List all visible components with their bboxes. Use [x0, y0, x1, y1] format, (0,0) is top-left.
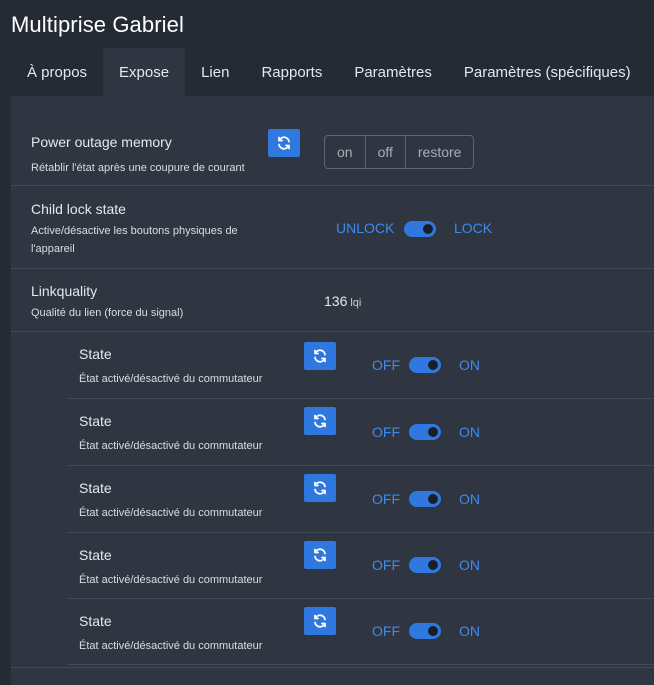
state-5-on-label[interactable]: ON	[459, 623, 480, 639]
toggle-knob	[428, 626, 438, 636]
state-row-1: State État activé/désactivé du commutate…	[67, 332, 654, 399]
state-4-toggle[interactable]	[409, 557, 441, 573]
child-lock-desc-line1: Active/désactive les boutons physiques d…	[31, 225, 238, 237]
linkquality-name: Linkquality	[31, 283, 98, 299]
state-desc: État activé/désactivé du commutateur	[79, 640, 263, 652]
tab-bar: À propos Expose Lien Rapports Paramètres…	[11, 48, 654, 96]
state-name: State	[79, 480, 112, 496]
state-row-5: State État activé/désactivé du commutate…	[67, 599, 654, 665]
state-2-on-label[interactable]: ON	[459, 424, 480, 440]
state-desc: État activé/désactivé du commutateur	[79, 440, 263, 452]
state-5-off-label[interactable]: OFF	[372, 623, 400, 639]
child-lock-desc-line2: l'appareil	[31, 243, 75, 255]
state-row-3: State État activé/désactivé du commutate…	[67, 466, 654, 533]
refresh-icon	[314, 349, 326, 363]
state-5-toggle[interactable]	[409, 623, 441, 639]
linkquality-row: Linkquality Qualité du lien (force du si…	[11, 269, 654, 332]
state-4-on-label[interactable]: ON	[459, 557, 480, 573]
state-4-off-label[interactable]: OFF	[372, 557, 400, 573]
state-1-off-label[interactable]: OFF	[372, 357, 400, 373]
refresh-icon	[278, 136, 290, 150]
tab-lien[interactable]: Lien	[185, 48, 245, 96]
toggle-knob	[428, 560, 438, 570]
toggle-knob	[423, 224, 433, 234]
state-row-4: State État activé/désactivé du commutate…	[67, 533, 654, 599]
state-name: State	[79, 413, 112, 429]
state-name: State	[79, 613, 112, 629]
refresh-icon	[314, 414, 326, 428]
state-desc: État activé/désactivé du commutateur	[79, 507, 263, 519]
toggle-knob	[428, 360, 438, 370]
tab-rapports[interactable]: Rapports	[245, 48, 338, 96]
state-row-2: State État activé/désactivé du commutate…	[67, 399, 654, 466]
child-lock-lock-label[interactable]: LOCK	[454, 220, 492, 236]
linkquality-unit: lqi	[350, 297, 362, 309]
toggle-knob	[428, 494, 438, 504]
state-4-refresh-button[interactable]	[304, 541, 336, 569]
power-outage-row: Power outage memory Rétablir l'état aprè…	[11, 116, 654, 186]
child-lock-name: Child lock state	[31, 201, 126, 217]
state-5-refresh-button[interactable]	[304, 607, 336, 635]
child-lock-row: Child lock state Active/désactive les bo…	[11, 186, 654, 269]
refresh-icon	[314, 481, 326, 495]
state-3-refresh-button[interactable]	[304, 474, 336, 502]
state-3-toggle[interactable]	[409, 491, 441, 507]
state-2-off-label[interactable]: OFF	[372, 424, 400, 440]
state-name: State	[79, 547, 112, 563]
toggle-knob	[428, 427, 438, 437]
page: Multiprise Gabriel À propos Expose Lien …	[0, 0, 654, 685]
tab-parametres[interactable]: Paramètres	[338, 48, 448, 96]
refresh-icon	[314, 548, 326, 562]
page-title: Multiprise Gabriel	[11, 12, 184, 37]
state-1-refresh-button[interactable]	[304, 342, 336, 370]
state-1-toggle[interactable]	[409, 357, 441, 373]
child-lock-unlock-label[interactable]: UNLOCK	[336, 220, 394, 236]
expose-panel: Power outage memory Rétablir l'état aprè…	[11, 96, 654, 685]
state-2-refresh-button[interactable]	[304, 407, 336, 435]
panel-divider	[11, 667, 654, 668]
state-2-toggle[interactable]	[409, 424, 441, 440]
power-outage-name: Power outage memory	[31, 134, 172, 150]
tab-expose[interactable]: Expose	[103, 48, 186, 96]
power-outage-off-button[interactable]: off	[366, 136, 406, 168]
state-3-off-label[interactable]: OFF	[372, 491, 400, 507]
tab-parametres-specifiques[interactable]: Paramètres (spécifiques)	[448, 48, 647, 96]
state-desc: État activé/désactivé du commutateur	[79, 373, 263, 385]
power-outage-on-button[interactable]: on	[325, 136, 366, 168]
linkquality-value: 136 lqi	[324, 293, 361, 309]
power-outage-restore-button[interactable]: restore	[406, 136, 474, 168]
power-outage-desc: Rétablir l'état après une coupure de cou…	[31, 162, 245, 174]
linkquality-desc: Qualité du lien (force du signal)	[31, 307, 184, 319]
state-desc: État activé/désactivé du commutateur	[79, 574, 263, 586]
linkquality-number: 136	[324, 293, 348, 309]
state-1-on-label[interactable]: ON	[459, 357, 480, 373]
power-outage-refresh-button[interactable]	[268, 129, 300, 157]
state-name: State	[79, 346, 112, 362]
refresh-icon	[314, 614, 326, 628]
power-outage-options: on off restore	[324, 135, 475, 169]
state-3-on-label[interactable]: ON	[459, 491, 480, 507]
tab-overflow[interactable]: É	[647, 48, 654, 96]
tab-a-propos[interactable]: À propos	[11, 48, 103, 96]
child-lock-toggle[interactable]	[404, 221, 436, 237]
